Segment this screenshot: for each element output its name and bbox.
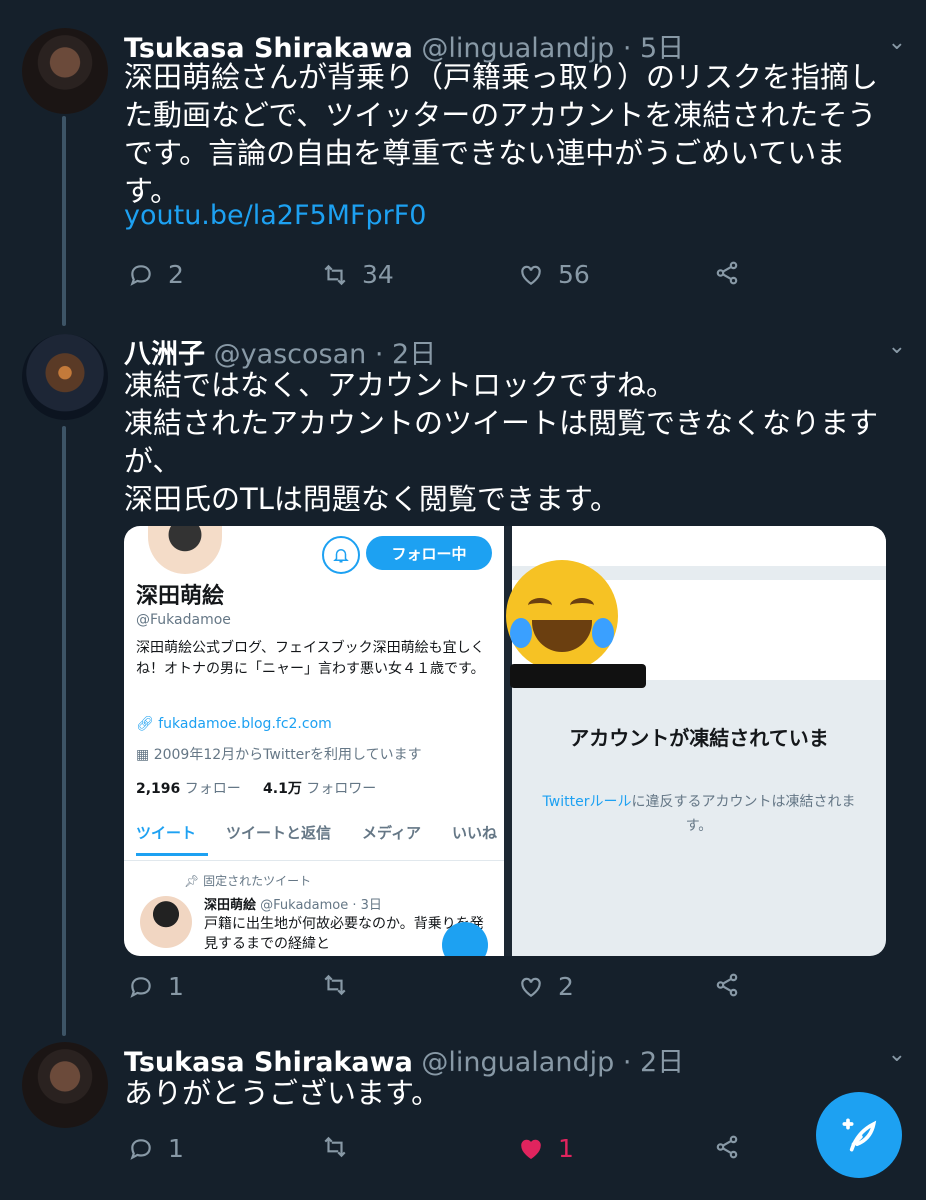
pinned-label: 📌︎ 固定されたツイート	[184, 872, 311, 889]
calendar-icon: ▦	[136, 747, 154, 763]
media-image-profile[interactable]: フォロー中 深田萌絵 @Fukadamoe 深田萌絵公式ブログ、フェイスブック深…	[124, 526, 504, 956]
profile-url-text: fukadamoe.blog.fc2.com	[158, 716, 332, 732]
share-icon	[716, 261, 738, 285]
retweet-button[interactable]	[322, 972, 362, 998]
avatar[interactable]	[22, 28, 108, 114]
tweet-text-line: が、	[124, 444, 182, 478]
tab-media: メディア	[362, 824, 421, 842]
tweet-media[interactable]: フォロー中 深田萌絵 @Fukadamoe 深田萌絵公式ブログ、フェイスブック深…	[124, 526, 886, 956]
heart-icon	[521, 265, 541, 285]
retweet-count: 34	[362, 260, 394, 289]
retweet-button[interactable]	[322, 1134, 362, 1160]
avatar[interactable]	[22, 334, 108, 420]
reply-count: 1	[168, 972, 184, 1001]
compose-feather-icon	[842, 1118, 877, 1152]
tweet[interactable]: Tsukasa Shirakawa @lingualandjp · 2日 ⌄ あ…	[0, 1020, 926, 1200]
tweet-actions: 1 1	[128, 1134, 926, 1170]
retweet-icon	[324, 974, 346, 996]
link-icon: 🔗︎	[136, 716, 159, 732]
profile-joined-text: 2009年12月からTwitterを利用しています	[153, 747, 422, 763]
share-button[interactable]	[714, 1134, 740, 1160]
retweet-button[interactable]: 34	[322, 260, 394, 289]
share-button[interactable]	[714, 260, 740, 286]
profile-name: 深田萌絵	[136, 584, 225, 609]
chevron-down-icon[interactable]: ⌄	[888, 334, 906, 359]
compose-button[interactable]	[816, 1092, 902, 1178]
like-count: 56	[558, 260, 590, 289]
share-icon	[716, 1135, 738, 1159]
reply-button[interactable]: 1	[128, 972, 184, 1001]
following-count: 2,196	[136, 781, 181, 797]
like-count: 2	[558, 972, 574, 1001]
chevron-down-icon[interactable]: ⌄	[888, 30, 906, 55]
pinned-label-text: 固定されたツイート	[203, 874, 312, 888]
reply-button[interactable]: 1	[128, 1134, 184, 1163]
share-button[interactable]	[714, 972, 740, 998]
like-button[interactable]: 2	[518, 972, 574, 1001]
pinned-tweet-name: 深田萌絵	[204, 898, 257, 913]
heart-icon	[521, 977, 541, 997]
suspended-title: アカウントが凍結されていま	[569, 726, 829, 750]
tweet-actions: 2 34 56	[128, 260, 926, 296]
pinned-tweet-avatar	[140, 896, 192, 948]
chevron-down-icon[interactable]: ⌄	[888, 1042, 906, 1067]
like-count: 1	[558, 1134, 574, 1163]
redaction-bar	[510, 664, 646, 688]
pin-icon: 📌︎	[184, 874, 204, 888]
tab-tweets: ツイート	[136, 822, 209, 856]
profile-bio: 深田萌絵公式ブログ、フェイスブック深田萌絵も宜しくね！オトナの男に「ニャー」言わ…	[136, 640, 485, 677]
tweet[interactable]: Tsukasa Shirakawa @lingualandjp · 5日 ⌄ 深…	[0, 0, 926, 320]
share-icon	[716, 973, 738, 997]
profile-handle: @Fukadamoe	[136, 612, 231, 628]
tweet-text: 深田萌絵さんが背乗り（戸籍乗っ取り）のリスクを指摘した動画などで、ツイッターのア…	[124, 60, 879, 208]
retweet-icon	[324, 1136, 346, 1158]
tweet-text-line: 凍結ではなく、アカウントロックですね。	[124, 368, 676, 402]
suspended-body: Twitterルールに違反するアカウントは凍結されます。	[542, 790, 856, 838]
tab-tweets-replies: ツイートと返信	[226, 824, 332, 842]
media-image-suspended[interactable]: アカウントが凍結されていま Twitterルールに違反するアカウントは凍結されま…	[506, 526, 886, 956]
followers-count: 4.1万	[263, 781, 302, 797]
tab-likes: いいね	[452, 824, 498, 842]
tweet-actions: 1 2	[128, 972, 926, 1008]
like-button[interactable]: 1	[518, 1134, 574, 1163]
profile-url: 🔗︎ fukadamoe.blog.fc2.com	[136, 716, 332, 732]
reply-count: 2	[168, 260, 184, 289]
tweet-text-line: 凍結されたアカウントのツイートは閲覧できなくなります	[124, 406, 879, 440]
reply-button[interactable]: 2	[128, 260, 184, 289]
tweet-text: 凍結ではなく、アカウントロックですね。 凍結されたアカウントのツイートは閲覧でき…	[124, 366, 886, 518]
rules-link: Twitterルール	[542, 794, 632, 810]
tweet-link[interactable]: youtu.be/la2F5MFprF0	[124, 200, 426, 231]
bell-icon	[322, 536, 360, 574]
suspended-body-text: に違反するアカウントは凍結されます。	[631, 794, 856, 834]
pinned-tweet-header: 深田萌絵 @Fukadamoe · 3日	[204, 894, 382, 913]
heart-icon	[521, 1139, 541, 1159]
tweet-text-line: 深田氏のTLは問題なく閲覧できます。	[124, 482, 619, 516]
like-button[interactable]: 56	[518, 260, 590, 289]
reply-icon	[130, 1138, 151, 1160]
retweet-icon	[324, 264, 346, 285]
tweet-text: ありがとうございます。	[124, 1076, 441, 1110]
reply-icon	[130, 976, 151, 998]
avatar[interactable]	[22, 1042, 108, 1128]
pinned-tweet-handle: @Fukadamoe · 3日	[260, 898, 382, 913]
profile-tabs: ツイート ツイートと返信 メディア いいね	[124, 822, 504, 861]
profile-joined: ▦ 2009年12月からTwitterを利用しています	[136, 744, 422, 764]
follow-button: フォロー中	[366, 536, 492, 570]
followers-label: フォロワー	[306, 781, 377, 797]
reply-icon	[130, 264, 151, 286]
following-label: フォロー	[184, 781, 241, 797]
profile-avatar	[148, 526, 222, 574]
tears-of-joy-emoji-icon	[506, 560, 618, 672]
profile-stats: 2,196 フォロー 4.1万 フォロワー	[136, 778, 376, 798]
reply-count: 1	[168, 1134, 184, 1163]
